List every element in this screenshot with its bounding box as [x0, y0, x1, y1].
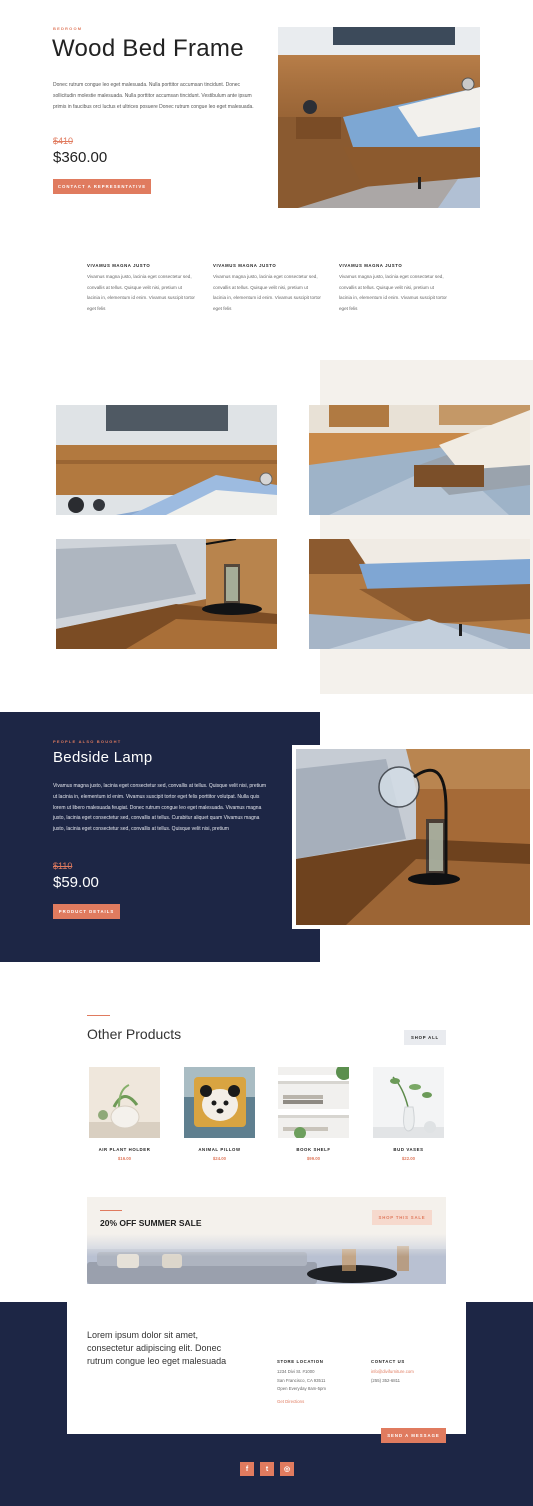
also-bought-description: Vivamus magna justo, lacinia eget consec…	[53, 783, 267, 833]
product-name[interactable]: BOOK SHELF	[278, 1147, 349, 1152]
product-name[interactable]: BUD VASES	[373, 1147, 444, 1152]
store-address-line1: 1234 Divi St. #1000	[277, 1369, 315, 1374]
feature-text: Vivamus magna justo, lacinia eget consec…	[339, 274, 447, 311]
instagram-icon[interactable]: ◎	[280, 1462, 294, 1476]
contact-phone: (255) 352-6811	[371, 1377, 401, 1383]
shop-all-label: SHOP ALL	[411, 1035, 439, 1040]
product-price: $22.00	[401, 1156, 416, 1161]
store-address-line2: San Francisco, CA 93511	[277, 1377, 326, 1383]
also-bought-eyebrow: PEOPLE ALSO BOUGHT	[53, 739, 122, 744]
section-accent-line	[87, 1015, 110, 1016]
product-price: $24.00	[212, 1156, 227, 1161]
also-bought-price: $59.00	[53, 874, 99, 891]
contact-representative-button[interactable]: CONTACT A REPRESENTATIVE	[53, 179, 151, 194]
product-image-animal-pillow[interactable]	[184, 1067, 255, 1138]
contact-email-link[interactable]: info@divifurniture.com	[371, 1368, 451, 1377]
get-directions-link[interactable]: Get Directions	[277, 1398, 357, 1407]
gallery-image-lamp-detail[interactable]	[56, 539, 277, 649]
gallery-image-rug[interactable]	[309, 405, 530, 515]
other-products-title: Other Products	[87, 1026, 182, 1042]
twitter-icon[interactable]: t	[260, 1462, 274, 1476]
also-bought-title: Bedside Lamp	[53, 749, 153, 766]
footer-tagline: Lorem ipsum dolor sit amet, consectetur …	[87, 1330, 227, 1366]
facebook-icon[interactable]: f	[240, 1462, 254, 1476]
feature-column-1: VIVAMUS MAGNA JUSTO Vivamus magna justo,…	[87, 263, 195, 314]
shop-this-sale-button[interactable]: SHOP THIS SALE	[372, 1210, 432, 1225]
feature-title: VIVAMUS MAGNA JUSTO	[87, 263, 151, 268]
product-image-air-plant-holder[interactable]	[89, 1067, 160, 1138]
sale-accent-line	[100, 1210, 122, 1211]
product-price: $16.00	[117, 1156, 132, 1161]
feature-title: VIVAMUS MAGNA JUSTO	[213, 263, 277, 268]
feature-column-3: VIVAMUS MAGNA JUSTO Vivamus magna justo,…	[339, 263, 447, 314]
shop-this-sale-label: SHOP THIS SALE	[378, 1215, 426, 1220]
product-card[interactable]: AIR PLANT HOLDER $16.00	[89, 1067, 160, 1161]
also-bought-old-price: $110	[53, 861, 73, 871]
store-location-heading: STORE LOCATION	[277, 1359, 324, 1364]
feature-text: Vivamus magna justo, lacinia eget consec…	[87, 274, 195, 311]
gallery-image-bed-corner[interactable]	[309, 539, 530, 649]
gallery-image-headboard[interactable]	[56, 405, 277, 515]
product-details-button[interactable]: PRODUCT DETAILS	[53, 904, 120, 919]
product-image-book-shelf[interactable]	[278, 1067, 349, 1138]
product-price: $99.00	[306, 1156, 321, 1161]
hero-bed-image	[278, 27, 480, 208]
shop-all-button[interactable]: SHOP ALL	[404, 1030, 446, 1045]
product-name[interactable]: ANIMAL PILLOW	[184, 1147, 255, 1152]
contact-heading: CONTACT US	[371, 1359, 405, 1364]
product-card[interactable]: ANIMAL PILLOW $24.00	[184, 1067, 255, 1161]
feature-column-2: VIVAMUS MAGNA JUSTO Vivamus magna justo,…	[213, 263, 321, 314]
store-location-block: STORE LOCATION 1234 Divi St. #1000 San F…	[277, 1359, 357, 1406]
contact-block: CONTACT US info@divifurniture.com (255) …	[371, 1359, 451, 1385]
feature-text: Vivamus magna justo, lacinia eget consec…	[213, 274, 321, 311]
sale-banner-image	[87, 1234, 446, 1284]
product-card[interactable]: BUD VASES $22.00	[373, 1067, 444, 1161]
hero-old-price: $410	[53, 136, 74, 146]
send-message-button[interactable]: SEND A MESSAGE	[381, 1428, 446, 1443]
hero-description: Donec rutrum congue leo eget malesuada. …	[53, 82, 254, 110]
hero-price: $360.00	[53, 149, 108, 166]
also-bought-section	[0, 712, 320, 962]
feature-title: VIVAMUS MAGNA JUSTO	[339, 263, 403, 268]
hero-eyebrow: BEDROOM	[53, 26, 83, 31]
product-image-bud-vases[interactable]	[373, 1067, 444, 1138]
sale-title: 20% OFF SUMMER SALE	[100, 1218, 202, 1228]
lamp-image[interactable]	[296, 749, 530, 925]
product-name[interactable]: AIR PLANT HOLDER	[89, 1147, 160, 1152]
product-card[interactable]: BOOK SHELF $99.00	[278, 1067, 349, 1161]
hero-title: Wood Bed Frame	[52, 35, 244, 62]
store-hours: Open Everyday 8am-5pm	[277, 1386, 326, 1391]
